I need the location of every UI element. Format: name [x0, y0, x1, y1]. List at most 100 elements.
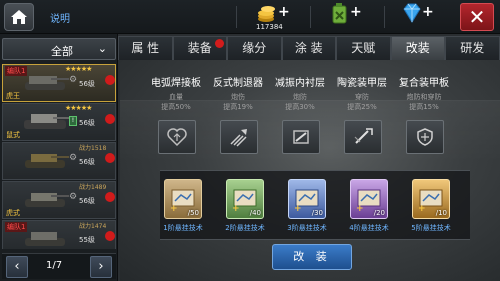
divider: [310, 6, 311, 28]
add-icon: +: [418, 204, 426, 214]
part-label: 2阶悬挂技术: [225, 224, 265, 232]
gear-icon: ⚙: [69, 75, 78, 85]
tank-level: 55级: [79, 236, 95, 244]
tank-sidebar: 全部 ⌄ 编队1 ★★★★★ ⚙ 56级 虎王 ★★★★★ ! 56级 鼠式 战…: [0, 34, 118, 281]
tank-level: 56级: [79, 119, 95, 127]
module-slot[interactable]: [344, 120, 382, 154]
part-count: /10: [435, 209, 447, 217]
module-slot[interactable]: [220, 120, 258, 154]
tank-level: 56级: [79, 197, 95, 205]
shield-icon: [417, 128, 433, 146]
home-button[interactable]: [4, 3, 34, 31]
module-title: 陶瓷装甲层: [337, 78, 387, 89]
module-slot[interactable]: [282, 120, 320, 154]
tab-modify[interactable]: 改装: [390, 36, 445, 60]
tank-image: [25, 193, 69, 207]
parts-panel: + /50 1阶悬挂技术 + /40 2阶悬挂技术 + /30 3阶悬挂技术 +…: [160, 170, 470, 240]
tank-name: 鼠式: [6, 131, 20, 139]
part-item[interactable]: + /10: [412, 179, 450, 219]
divider: [384, 6, 385, 28]
tab-label: 缘分: [242, 41, 267, 55]
part-count: /30: [311, 209, 323, 217]
tab-paint[interactable]: 涂 装: [281, 36, 336, 60]
tank-name: 虎王: [6, 92, 20, 100]
page-indicator: 1/7: [46, 260, 63, 271]
gold-coins-icon: [258, 6, 275, 22]
tab-label: 天赋: [351, 41, 376, 55]
module-info: 复合装甲板 炮防和穿防 提高15%: [394, 74, 454, 112]
tank-image: [25, 232, 65, 246]
part-item[interactable]: + /30: [288, 179, 326, 219]
part-item[interactable]: + /20: [350, 179, 388, 219]
part-label: 5阶悬挂技术: [411, 224, 451, 232]
alert-dot: [105, 153, 115, 163]
add-icon: +: [294, 204, 302, 214]
tank-item[interactable]: 战力1518 ⚙ 56级: [2, 142, 116, 180]
tab-label: 属 性: [131, 41, 160, 55]
add-icon: +: [232, 204, 240, 214]
tank-list[interactable]: 编队1 ★★★★★ ⚙ 56级 虎王 ★★★★★ ! 56级 鼠式 战力1518…: [2, 64, 116, 249]
add-gold-button[interactable]: +: [278, 4, 290, 20]
part-count: /20: [373, 209, 385, 217]
module-slot[interactable]: [406, 120, 444, 154]
alert-dot: [105, 231, 115, 241]
tab-attributes[interactable]: 属 性: [118, 36, 173, 60]
add-icon: +: [356, 204, 364, 214]
help-link[interactable]: 说明: [50, 10, 70, 25]
part-count: /50: [187, 209, 199, 217]
tab-label: 装备: [187, 41, 212, 55]
tank-item[interactable]: 编队1 战力1474 55级: [2, 220, 116, 249]
pierce-icon: [354, 128, 373, 144]
add-gem-button[interactable]: +: [422, 4, 434, 20]
module-info: 陶瓷装甲层 穿防 提高25%: [332, 74, 392, 112]
add-fuel-button[interactable]: +: [350, 4, 362, 20]
part-label: 1阶悬挂技术: [163, 224, 203, 232]
alert-dot: [215, 39, 224, 48]
part-label: 3阶悬挂技术: [287, 224, 327, 232]
part-count: /40: [249, 209, 261, 217]
part-label: 4阶悬挂技术: [349, 224, 389, 232]
gear-icon: ⚙: [69, 153, 78, 163]
next-page-button[interactable]: ›: [90, 256, 112, 278]
module-bonus: 提高25%: [347, 103, 377, 111]
module-info: 反式制退器 炮伤 提高19%: [208, 74, 268, 112]
tank-level: 56级: [79, 158, 95, 166]
tank-tabs: 属 性 装备 缘分 涂 装 天赋 改装 研发: [118, 36, 500, 60]
tank-power: 战力1474: [79, 223, 107, 230]
module-title: 减振内衬层: [275, 78, 325, 89]
tab-bond[interactable]: 缘分: [227, 36, 282, 60]
module-bonus: 提高30%: [285, 103, 315, 111]
tab-label: 研发: [460, 41, 485, 55]
tank-item[interactable]: 战力1489 ⚙ 56级 虎式: [2, 181, 116, 219]
part-item[interactable]: + /50: [164, 179, 202, 219]
tank-item[interactable]: ★★★★★ ! 56级 鼠式: [2, 103, 116, 141]
module-bonus: 提高19%: [223, 103, 253, 111]
module-title: 反式制退器: [213, 78, 263, 89]
modify-button[interactable]: 改 装: [272, 244, 352, 270]
close-button[interactable]: ✕: [460, 3, 494, 31]
rank-badge-icon: !: [69, 116, 77, 126]
module-attr: 炮防和穿防: [406, 93, 442, 101]
tank-image: [25, 154, 69, 168]
filter-label: 全部: [51, 45, 73, 58]
module-slot[interactable]: [158, 120, 196, 154]
tab-talent[interactable]: 天赋: [336, 36, 391, 60]
module-title: 电弧焊接板: [151, 78, 201, 89]
diamond-icon: [403, 3, 421, 23]
tank-level: 56级: [79, 80, 95, 88]
module-attr: 血量: [169, 93, 183, 101]
tab-equipment[interactable]: 装备: [172, 36, 227, 60]
module-bonus: 提高50%: [161, 103, 191, 111]
alert-dot: [105, 192, 115, 202]
tab-research[interactable]: 研发: [445, 36, 500, 60]
module-attr: 炮防: [293, 93, 307, 101]
chevron-down-icon: ⌄: [97, 42, 107, 55]
tank-item[interactable]: 编队1 ★★★★★ ⚙ 56级 虎王: [2, 64, 116, 102]
tank-filter-select[interactable]: 全部 ⌄: [2, 38, 116, 60]
module-title: 复合装甲板: [399, 78, 449, 89]
home-icon: [11, 10, 27, 24]
module-bonus: 提高15%: [409, 103, 439, 111]
prev-page-button[interactable]: ‹: [6, 256, 28, 278]
part-item[interactable]: + /40: [226, 179, 264, 219]
tab-label: 改装: [405, 41, 430, 55]
